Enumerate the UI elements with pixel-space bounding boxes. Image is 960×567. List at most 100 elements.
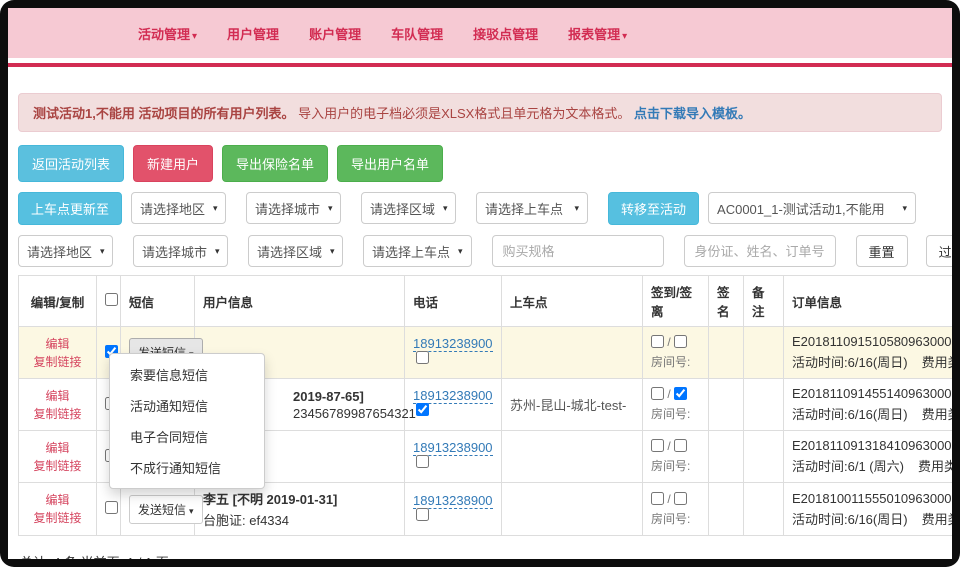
sign-out-checkbox[interactable] (674, 335, 687, 348)
remark-cell (744, 379, 784, 431)
caret-down-icon: ▾ (189, 506, 194, 516)
user-name-line: 2019-87-65] (293, 389, 396, 404)
menu-item-e-contract-sms[interactable]: 电子合同短信 (110, 421, 264, 452)
nav-item-account-mgmt[interactable]: 账户管理 (309, 24, 361, 43)
alert-activity-name: 测试活动1,不能用 活动项目的所有用户列表。 (33, 106, 294, 121)
header-phone: 电话 (405, 276, 502, 327)
city-select[interactable]: 请选择城市▾ (246, 192, 341, 224)
back-to-activity-list-button[interactable]: 返回活动列表 (18, 145, 124, 182)
filter-button[interactable]: 过滤 (926, 235, 952, 267)
select-value: 请选择地区 (140, 199, 205, 218)
pickup-update-row: 上车点更新至 请选择地区▾ 请选择城市▾ 请选择区域▾ 请选择上车点▾ 转移至活… (18, 192, 942, 225)
select-value: 请选择区域 (257, 242, 322, 261)
sign-in-checkbox[interactable] (651, 439, 664, 452)
search-filter-row: 请选择地区▾ 请选择城市▾ 请选择区域▾ 请选择上车点▾ 重置 过滤 (18, 235, 942, 267)
header-pickup-point: 上车点 (502, 276, 643, 327)
nav-item-user-mgmt[interactable]: 用户管理 (227, 24, 279, 43)
transfer-to-activity-button[interactable]: 转移至活动 (608, 192, 699, 225)
phone-link[interactable]: 18913238900 (413, 336, 493, 352)
signature-cell (709, 483, 744, 536)
caret-down-icon: ▾ (328, 203, 333, 214)
user-name-line: 李五 [不明 2019-01-31] (203, 489, 396, 508)
header-order-info: 订单信息 (784, 276, 953, 327)
remark-cell (744, 327, 784, 379)
region-filter-select[interactable]: 请选择地区▾ (18, 235, 113, 267)
district-filter-select[interactable]: 请选择区域▾ (248, 235, 343, 267)
sign-separator: / (667, 335, 670, 349)
activity-select[interactable]: AC0001_1-测试活动1,不能用▾ (708, 192, 916, 224)
copy-link[interactable]: 复制链接 (27, 405, 88, 423)
table-header-row: 编辑/复制 短信 用户信息 电话 上车点 签到/签离 签名 备注 订单信息 (19, 276, 953, 327)
room-number-label: 房间号: (651, 353, 700, 370)
pagination-summary: 总计: 4 条,当前页: 1 / 1 页 (18, 536, 942, 559)
phone-link[interactable]: 18913238900 (413, 493, 493, 509)
sign-in-checkbox[interactable] (651, 387, 664, 400)
sign-in-checkbox[interactable] (651, 492, 664, 505)
menu-item-cancellation-notice-sms[interactable]: 不成行通知短信 (110, 452, 264, 483)
sms-dropdown-menu: 索要信息短信 活动通知短信 电子合同短信 不成行通知短信 (109, 353, 265, 489)
edit-link[interactable]: 编辑 (27, 387, 88, 405)
order-number: E20181109131841096300031 (792, 438, 952, 453)
export-user-list-button[interactable]: 导出用户名单 (337, 145, 443, 182)
pickup-point-filter-select[interactable]: 请选择上车点▾ (363, 235, 472, 267)
table-row: 编辑 复制链接 发送短信▾ 李五 [不明 2019-01-31] 台胞证: ef… (19, 483, 953, 536)
search-input[interactable] (684, 235, 836, 267)
new-user-button[interactable]: 新建用户 (133, 145, 213, 182)
user-id-line: 台胞证: ef4334 (203, 510, 396, 529)
row-checkbox[interactable] (105, 501, 118, 514)
header-edit-copy: 编辑/复制 (19, 276, 97, 327)
select-all-checkbox[interactable] (105, 293, 118, 306)
caret-down-icon: ▾ (622, 31, 627, 42)
update-pickup-button[interactable]: 上车点更新至 (18, 192, 122, 225)
sign-separator: / (667, 492, 670, 506)
phone-link[interactable]: 18913238900 (413, 388, 493, 404)
reset-button[interactable]: 重置 (856, 235, 908, 267)
phone-checkbox[interactable] (416, 455, 429, 468)
copy-link[interactable]: 复制链接 (27, 353, 88, 371)
sign-out-checkbox[interactable] (674, 492, 687, 505)
sign-out-checkbox[interactable] (674, 387, 687, 400)
nav-item-shuttle-point-mgmt[interactable]: 接驳点管理 (473, 24, 538, 43)
nav-item-fleet-mgmt[interactable]: 车队管理 (391, 24, 443, 43)
edit-link[interactable]: 编辑 (27, 335, 88, 353)
nav-item-activity-mgmt[interactable]: 活动管理▾ (138, 24, 197, 43)
caret-down-icon: ▾ (574, 203, 579, 214)
edit-link[interactable]: 编辑 (27, 439, 88, 457)
district-select[interactable]: 请选择区域▾ (361, 192, 456, 224)
send-sms-button[interactable]: 发送短信▾ (129, 495, 203, 524)
header-sign-in-out: 签到/签离 (643, 276, 709, 327)
menu-item-request-info-sms[interactable]: 索要信息短信 (110, 359, 264, 390)
pickup-point-select[interactable]: 请选择上车点▾ (476, 192, 588, 224)
menu-item-activity-notice-sms[interactable]: 活动通知短信 (110, 390, 264, 421)
export-insurance-list-button[interactable]: 导出保险名单 (222, 145, 328, 182)
sign-separator: / (667, 439, 670, 453)
phone-link[interactable]: 18913238900 (413, 440, 493, 456)
select-value: 请选择城市 (142, 242, 207, 261)
nav-item-report-mgmt[interactable]: 报表管理▾ (568, 24, 627, 43)
region-select[interactable]: 请选择地区▾ (131, 192, 226, 224)
order-fee-type: 费用类型 (922, 512, 952, 527)
room-number-label: 房间号: (651, 457, 700, 474)
app-page: 活动管理▾ 用户管理 账户管理 车队管理 接驳点管理 报表管理▾ 测试活动1,不… (8, 8, 952, 559)
header-user-info: 用户信息 (195, 276, 405, 327)
room-number-label: 房间号: (651, 405, 700, 422)
city-filter-select[interactable]: 请选择城市▾ (133, 235, 228, 267)
user-id-line: 23456789987654321 (293, 406, 396, 421)
copy-link[interactable]: 复制链接 (27, 457, 88, 475)
nav-item-label: 报表管理 (568, 27, 620, 42)
edit-link[interactable]: 编辑 (27, 491, 88, 509)
sign-out-checkbox[interactable] (674, 439, 687, 452)
copy-link[interactable]: 复制链接 (27, 509, 88, 527)
purchase-spec-input[interactable] (492, 235, 664, 267)
phone-checkbox[interactable] (416, 351, 429, 364)
sign-in-checkbox[interactable] (651, 335, 664, 348)
order-time: 活动时间:6/16(周日) (792, 407, 908, 422)
phone-checkbox[interactable] (416, 403, 429, 416)
navbar: 活动管理▾ 用户管理 账户管理 车队管理 接驳点管理 报表管理▾ (8, 8, 952, 58)
header-sms: 短信 (121, 276, 195, 327)
header-select-all (97, 276, 121, 327)
download-template-link[interactable]: 点击下载导入模板。 (634, 106, 751, 121)
sign-separator: / (667, 387, 670, 401)
order-fee-type: 费用类型 (922, 355, 952, 370)
phone-checkbox[interactable] (416, 508, 429, 521)
